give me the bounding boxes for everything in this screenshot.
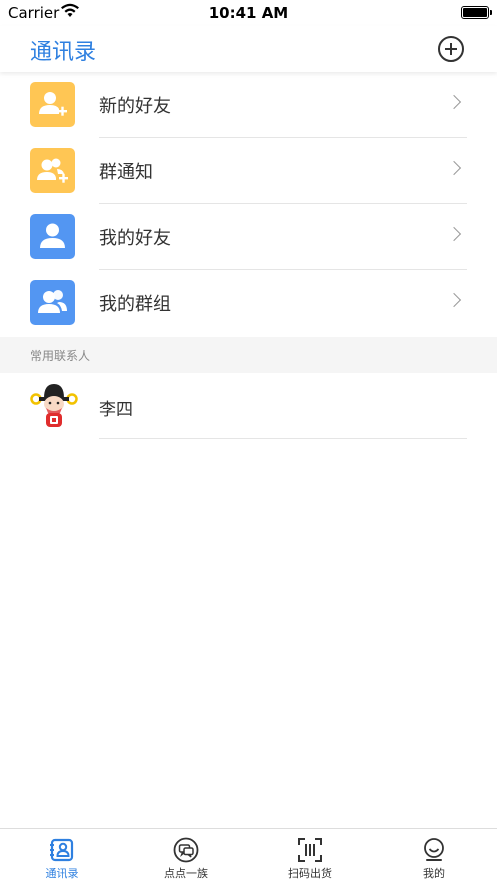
chevron-right-icon — [446, 94, 462, 110]
chevron-right-icon — [446, 226, 462, 242]
menu-item-my-groups[interactable]: 我的群组 — [0, 270, 497, 336]
page-title: 通讯录 — [30, 40, 97, 65]
group-icon — [30, 280, 75, 325]
status-bar: Carrier 10:41 AM — [0, 0, 497, 26]
chevron-right-icon — [446, 160, 462, 176]
chevron-right-icon — [446, 292, 462, 308]
chat-icon — [173, 837, 199, 863]
menu-item-label: 群通知 — [99, 162, 153, 183]
tab-label: 扫码出货 — [288, 867, 332, 880]
contacts-menu: 新的好友 群通知 我的好友 我的群组 — [0, 72, 497, 336]
clock: 10:41 AM — [208, 4, 289, 22]
profile-icon — [421, 837, 447, 863]
battery-icon — [461, 6, 492, 19]
tab-contacts[interactable]: 通讯录 — [0, 829, 124, 883]
contact-row[interactable]: 李四 — [0, 373, 497, 439]
group-add-icon — [30, 148, 75, 193]
tab-profile[interactable]: 我的 — [372, 829, 496, 883]
scan-icon — [297, 837, 323, 863]
contact-name: 李四 — [99, 400, 133, 420]
tab-label: 通讯录 — [45, 867, 79, 880]
add-user-icon — [30, 82, 75, 127]
divider — [99, 438, 467, 439]
tab-label: 点点一族 — [164, 867, 208, 880]
menu-item-label: 我的群组 — [99, 294, 171, 315]
menu-item-my-friends[interactable]: 我的好友 — [0, 204, 497, 270]
section-title: 常用联系人 — [30, 349, 91, 363]
user-icon — [30, 214, 75, 259]
tab-chat[interactable]: 点点一族 — [124, 829, 248, 883]
avatar — [30, 381, 78, 431]
menu-item-new-friends[interactable]: 新的好友 — [0, 72, 497, 138]
tab-scan[interactable]: 扫码出货 — [248, 829, 372, 883]
contacts-icon — [49, 837, 75, 863]
nav-bar: 通讯录 — [0, 26, 497, 72]
tab-bar: 通讯录 点点一族 扫码出货 我的 — [0, 828, 497, 883]
tab-label: 我的 — [423, 867, 445, 880]
menu-item-label: 新的好友 — [99, 96, 171, 117]
menu-item-label: 我的好友 — [99, 228, 171, 249]
add-icon[interactable] — [438, 36, 464, 62]
menu-item-group-notice[interactable]: 群通知 — [0, 138, 497, 204]
section-header: 常用联系人 — [0, 337, 497, 373]
